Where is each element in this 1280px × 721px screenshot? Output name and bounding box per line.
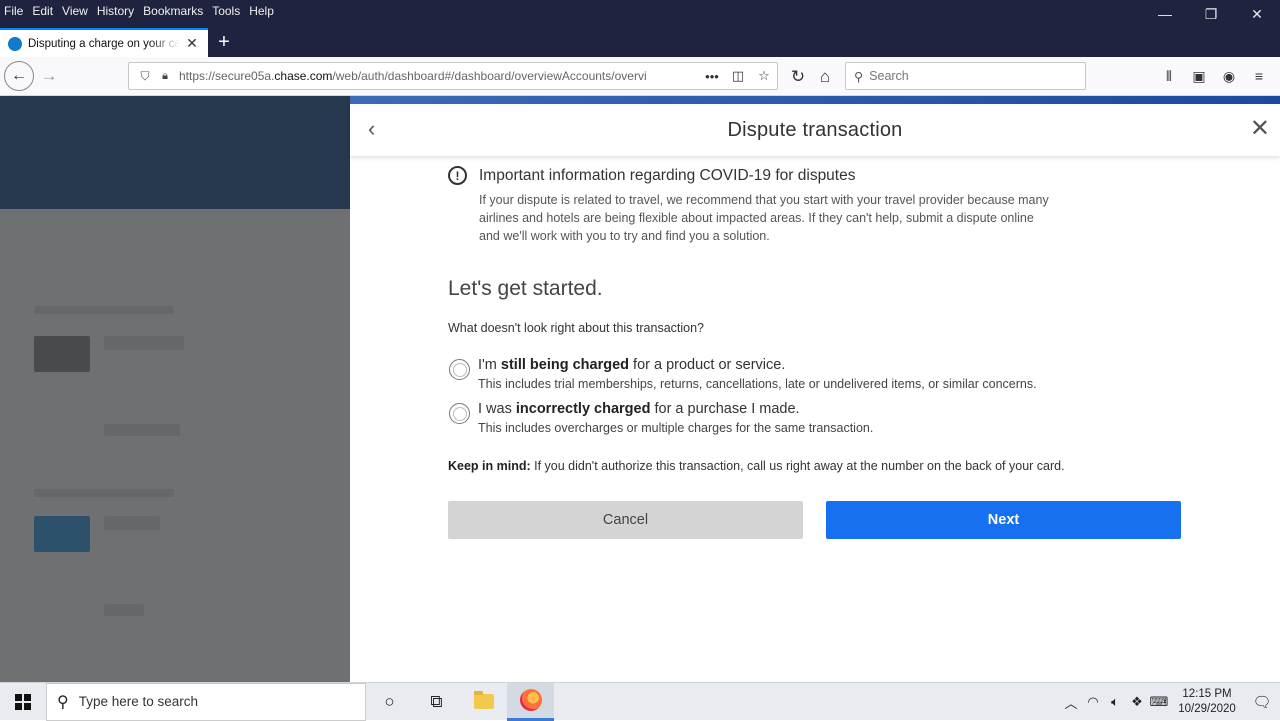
tab-close-icon[interactable]: ✕: [184, 35, 200, 52]
browser-titlebar: File Edit View History Bookmarks Tools H…: [0, 0, 1280, 57]
background-dashboard: [0, 96, 350, 682]
option-still-charged-description: This includes trial memberships, returns…: [478, 377, 1037, 391]
menu-bar: File Edit View History Bookmarks Tools H…: [0, 0, 283, 22]
restore-icon[interactable]: ❐: [1188, 0, 1234, 28]
menu-history[interactable]: History: [97, 4, 134, 18]
task-view-icon[interactable]: ⧉: [413, 683, 460, 721]
url-text[interactable]: https://secure05a.chase.com/web/auth/das…: [173, 69, 699, 83]
modal-title: Dispute transaction: [727, 118, 903, 141]
search-icon: ⚲: [854, 69, 864, 84]
next-button[interactable]: Next: [826, 501, 1181, 539]
dispute-modal: ‹ Dispute transaction ✕ ! Important info…: [350, 96, 1280, 682]
cortana-icon[interactable]: ○: [366, 683, 413, 721]
firefox-taskbar-icon[interactable]: [507, 682, 554, 721]
account-icon[interactable]: ◉: [1214, 62, 1244, 90]
search-icon: ⚲: [57, 693, 69, 711]
system-tray: ︿ ◠ 🔈︎ ❖ ⌨ 12:15 PM 10/29/2020 🗨︎: [1060, 683, 1280, 721]
question-label: What doesn't look right about this trans…: [448, 321, 705, 335]
library-icon[interactable]: ⫴: [1154, 62, 1184, 90]
wifi-icon[interactable]: ◠: [1082, 694, 1104, 710]
url-bar[interactable]: ⛉ 🔒︎ https://secure05a.chase.com/web/aut…: [128, 62, 778, 90]
forward-arrow-icon[interactable]: →: [34, 61, 64, 91]
tab-strip: Disputing a charge on your card ✕ +: [0, 28, 240, 57]
navigation-toolbar: ← → ⛉ 🔒︎ https://secure05a.chase.com/web…: [0, 57, 1280, 96]
clock-date: 10/29/2020: [1178, 703, 1236, 715]
volume-icon[interactable]: 🔈︎: [1104, 694, 1126, 710]
chase-favicon-icon: [8, 36, 22, 51]
radio-incorrectly-charged[interactable]: [449, 403, 470, 424]
browser-tab-active[interactable]: Disputing a charge on your card ✕: [0, 28, 208, 57]
bookmark-star-icon[interactable]: ☆: [751, 68, 777, 84]
window-close-icon[interactable]: ✕: [1234, 0, 1280, 28]
browser-search-input[interactable]: ⚲ Search: [845, 62, 1086, 90]
tab-title: Disputing a charge on your card: [28, 37, 180, 50]
window-controls: — ❐ ✕: [1142, 0, 1280, 28]
minimize-icon[interactable]: —: [1142, 0, 1188, 28]
section-heading: Let's get started.: [448, 277, 603, 300]
windows-logo-icon: [15, 693, 31, 710]
hamburger-menu-icon[interactable]: ≡: [1244, 62, 1274, 90]
lock-icon[interactable]: 🔒︎: [157, 70, 173, 83]
tracking-shield-icon[interactable]: ⛉: [133, 69, 157, 84]
reload-icon[interactable]: ↻: [783, 62, 813, 92]
keep-in-mind-note: Keep in mind: If you didn't authorize th…: [448, 459, 1065, 473]
home-icon[interactable]: ⌂: [810, 62, 840, 92]
taskbar-search-input[interactable]: ⚲ Type here to search: [46, 682, 366, 721]
covid-notice-heading: ! Important information regarding COVID-…: [448, 166, 1188, 185]
windows-taskbar: ⚲ Type here to search ○ ⧉ ︿ ◠ 🔈︎ ❖ ⌨ 12:…: [0, 682, 1280, 721]
button-row: Cancel Next: [448, 501, 1188, 539]
back-arrow-icon[interactable]: ←: [4, 61, 34, 91]
new-tab-icon[interactable]: +: [208, 28, 240, 57]
dropbox-icon[interactable]: ❖: [1126, 694, 1148, 710]
info-icon: !: [448, 166, 467, 185]
keyboard-icon[interactable]: ⌨: [1148, 694, 1170, 710]
option-incorrectly-charged-description: This includes overcharges or multiple ch…: [478, 421, 874, 435]
modal-content: ! Important information regarding COVID-…: [448, 158, 1188, 539]
covid-notice-body: If your dispute is related to travel, we…: [479, 193, 1049, 243]
menu-file[interactable]: File: [4, 4, 23, 18]
chevron-up-icon[interactable]: ︿: [1060, 693, 1082, 712]
system-clock[interactable]: 12:15 PM 10/29/2020: [1170, 687, 1244, 717]
option-still-charged[interactable]: I'm still being charged for a product or…: [448, 357, 1188, 391]
modal-header: ‹ Dispute transaction ✕: [350, 104, 1280, 156]
menu-view[interactable]: View: [62, 4, 88, 18]
menu-help[interactable]: Help: [249, 4, 274, 18]
chevron-left-icon[interactable]: ‹: [368, 116, 375, 142]
sidebar-icon[interactable]: ▣: [1184, 62, 1214, 90]
file-explorer-icon[interactable]: [460, 683, 507, 721]
web-page: ‹ Dispute transaction ✕ ! Important info…: [0, 96, 1280, 682]
option-incorrectly-charged[interactable]: I was incorrectly charged for a purchase…: [448, 401, 1188, 435]
notifications-icon[interactable]: 🗨︎: [1244, 693, 1280, 711]
clock-time: 12:15 PM: [1182, 688, 1232, 700]
modal-top-stripe: [350, 96, 1280, 104]
cancel-button[interactable]: Cancel: [448, 501, 803, 539]
menu-tools[interactable]: Tools: [212, 4, 240, 18]
menu-bookmarks[interactable]: Bookmarks: [143, 4, 203, 18]
radio-still-charged[interactable]: [449, 359, 470, 380]
start-button[interactable]: [0, 683, 46, 721]
page-actions-icon[interactable]: •••: [699, 69, 725, 84]
close-icon[interactable]: ✕: [1250, 114, 1270, 143]
pocket-icon[interactable]: ◫: [725, 68, 751, 84]
modal-backdrop[interactable]: [0, 96, 350, 682]
menu-edit[interactable]: Edit: [32, 4, 53, 18]
